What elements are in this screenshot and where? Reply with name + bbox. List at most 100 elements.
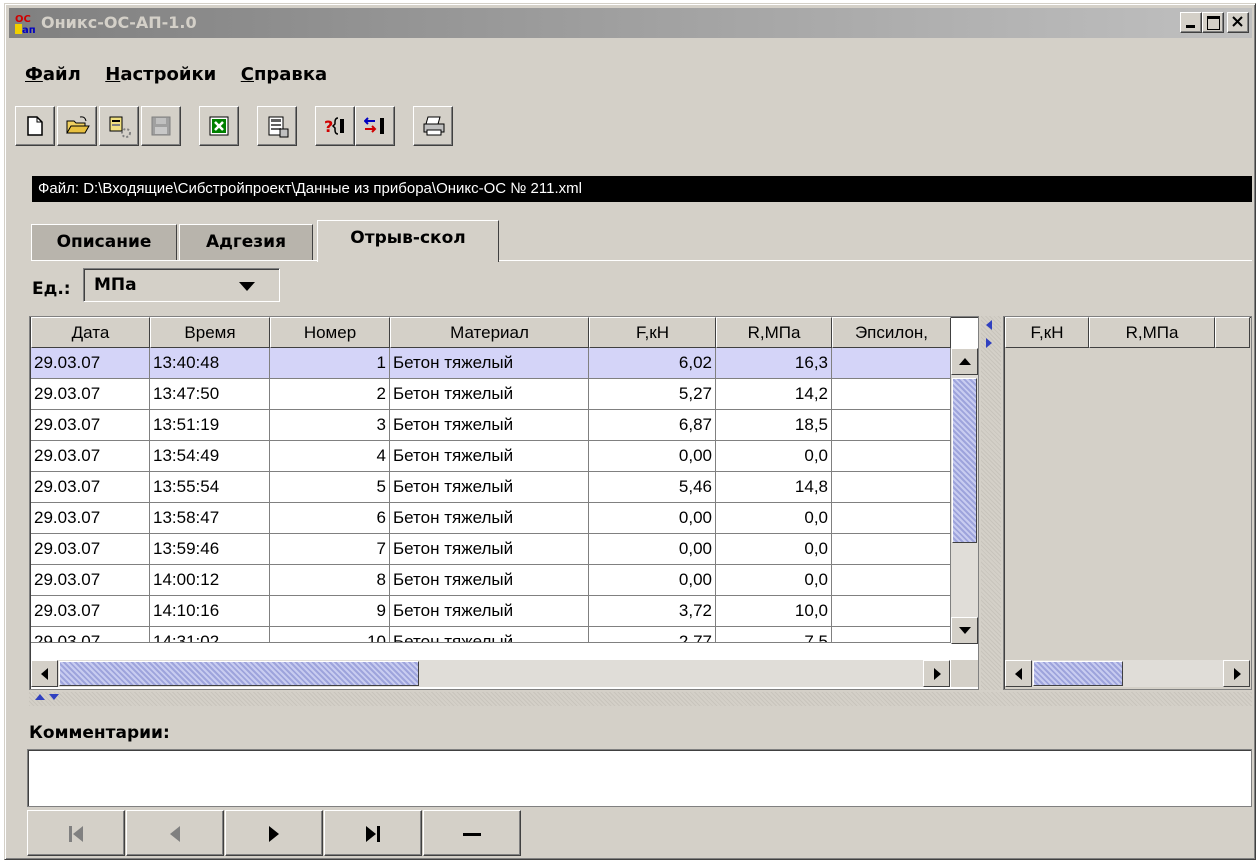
table-cell-date[interactable]: 29.03.07	[31, 565, 150, 596]
table-cell-force[interactable]: 0,00	[589, 503, 716, 534]
table-cell-force[interactable]: 0,00	[589, 565, 716, 596]
vertical-splitter[interactable]	[981, 316, 1001, 690]
table-cell-date[interactable]: 29.03.07	[31, 534, 150, 565]
table-cell-strength[interactable]: 0,0	[716, 565, 832, 596]
table-cell-time[interactable]: 13:54:49	[150, 441, 270, 472]
scroll-right-button[interactable]	[923, 660, 950, 687]
table-cell-date[interactable]: 29.03.07	[31, 596, 150, 627]
minimize-button[interactable]	[1180, 12, 1202, 33]
tab-description[interactable]: Описание	[31, 224, 177, 260]
table-cell-number[interactable]: 8	[270, 565, 390, 596]
delete-record-button[interactable]	[423, 810, 521, 856]
summary-scroll-left-button[interactable]	[1005, 660, 1032, 687]
column-header-time[interactable]: Время	[150, 317, 270, 348]
close-button[interactable]	[1227, 12, 1249, 33]
collapse-down-icon[interactable]	[49, 694, 59, 700]
table-cell-date[interactable]: 29.03.07	[31, 503, 150, 534]
table-cell-number[interactable]: 10	[270, 627, 390, 643]
table-cell-strength[interactable]: 14,8	[716, 472, 832, 503]
table-cell-strength[interactable]: 14,2	[716, 379, 832, 410]
measurements-table[interactable]: Дата Время Номер Материал F,кН R,МПа Эпсилон, 2…	[29, 316, 979, 690]
table-cell-date[interactable]: 29.03.07	[31, 441, 150, 472]
table-cell-number[interactable]: 5	[270, 472, 390, 503]
horizontal-scroll-thumb[interactable]	[59, 661, 419, 686]
table-cell-strength[interactable]: 16,3	[716, 348, 832, 379]
table-cell-number[interactable]: 2	[270, 379, 390, 410]
table-cell-number[interactable]: 1	[270, 348, 390, 379]
table-cell-force[interactable]: 5,46	[589, 472, 716, 503]
column-header-force[interactable]: F,кН	[589, 317, 716, 348]
table-cell-number[interactable]: 6	[270, 503, 390, 534]
tab-adhesion[interactable]: Адгезия	[179, 224, 313, 260]
collapse-right-icon[interactable]	[986, 338, 992, 348]
table-cell-time[interactable]: 14:00:12	[150, 565, 270, 596]
help-button[interactable]: ?	[315, 106, 355, 146]
table-cell-material[interactable]: Бетон тяжелый	[390, 534, 589, 565]
table-cell-strength[interactable]: 0,0	[716, 534, 832, 565]
table-cell-material[interactable]: Бетон тяжелый	[390, 627, 589, 643]
table-cell-time[interactable]: 13:59:46	[150, 534, 270, 565]
summary-horizontal-scrollbar[interactable]	[1005, 660, 1250, 687]
summary-scroll-right-button[interactable]	[1223, 660, 1250, 687]
table-cell-material[interactable]: Бетон тяжелый	[390, 596, 589, 627]
table-cell-time[interactable]: 13:40:48	[150, 348, 270, 379]
table-cell-strength[interactable]: 18,5	[716, 410, 832, 441]
new-file-button[interactable]	[15, 106, 55, 146]
table-cell-epsilon[interactable]	[832, 503, 951, 534]
units-dropdown[interactable]: МПа	[83, 268, 280, 302]
column-header-number[interactable]: Номер	[270, 317, 390, 348]
table-cell-force[interactable]: 2,77	[589, 627, 716, 643]
table-cell-epsilon[interactable]	[832, 348, 951, 379]
menu-settings[interactable]: Настройки	[105, 64, 216, 85]
scroll-left-button[interactable]	[31, 660, 58, 687]
table-cell-date[interactable]: 29.03.07	[31, 348, 150, 379]
table-cell-material[interactable]: Бетон тяжелый	[390, 348, 589, 379]
collapse-left-icon[interactable]	[986, 320, 992, 330]
table-cell-date[interactable]: 29.03.07	[31, 472, 150, 503]
table-cell-number[interactable]: 3	[270, 410, 390, 441]
vertical-scrollbar[interactable]	[951, 348, 978, 644]
table-cell-epsilon[interactable]	[832, 410, 951, 441]
column-header-epsilon[interactable]: Эпсилон,	[832, 317, 951, 348]
table-cell-material[interactable]: Бетон тяжелый	[390, 565, 589, 596]
summary-header-force[interactable]: F,кН	[1005, 317, 1089, 348]
horizontal-scrollbar[interactable]	[31, 660, 950, 687]
table-cell-date[interactable]: 29.03.07	[31, 627, 150, 643]
table-cell-time[interactable]: 13:51:19	[150, 410, 270, 441]
table-cell-epsilon[interactable]	[832, 441, 951, 472]
next-record-button[interactable]	[225, 810, 323, 856]
table-cell-number[interactable]: 7	[270, 534, 390, 565]
collapse-up-icon[interactable]	[35, 694, 45, 700]
table-cell-date[interactable]: 29.03.07	[31, 410, 150, 441]
open-file-button[interactable]	[57, 106, 97, 146]
report-button[interactable]	[257, 106, 297, 146]
table-cell-strength[interactable]: 7,5	[716, 627, 832, 643]
table-cell-force[interactable]: 6,02	[589, 348, 716, 379]
table-cell-epsilon[interactable]	[832, 627, 951, 643]
table-cell-strength[interactable]: 0,0	[716, 503, 832, 534]
table-cell-material[interactable]: Бетон тяжелый	[390, 441, 589, 472]
column-header-date[interactable]: Дата	[31, 317, 150, 348]
table-cell-material[interactable]: Бетон тяжелый	[390, 410, 589, 441]
table-cell-material[interactable]: Бетон тяжелый	[390, 472, 589, 503]
scroll-up-button[interactable]	[951, 348, 978, 375]
transfer-button[interactable]	[355, 106, 395, 146]
table-cell-time[interactable]: 13:55:54	[150, 472, 270, 503]
table-cell-force[interactable]: 0,00	[589, 441, 716, 472]
table-cell-force[interactable]: 5,27	[589, 379, 716, 410]
scroll-down-button[interactable]	[951, 617, 978, 644]
print-button[interactable]	[413, 106, 453, 146]
export-excel-button[interactable]	[199, 106, 239, 146]
table-cell-material[interactable]: Бетон тяжелый	[390, 503, 589, 534]
table-cell-time[interactable]: 14:31:02	[150, 627, 270, 643]
table-cell-strength[interactable]: 10,0	[716, 596, 832, 627]
table-cell-strength[interactable]: 0,0	[716, 441, 832, 472]
table-cell-epsilon[interactable]	[832, 472, 951, 503]
menu-file[interactable]: Файл	[25, 64, 81, 85]
table-cell-force[interactable]: 0,00	[589, 534, 716, 565]
read-device-button[interactable]	[99, 106, 139, 146]
menu-help[interactable]: Справка	[241, 64, 327, 85]
horizontal-splitter[interactable]	[29, 692, 1252, 706]
tab-pull-off[interactable]: Отрыв-скол	[317, 220, 499, 262]
table-cell-time[interactable]: 14:10:16	[150, 596, 270, 627]
